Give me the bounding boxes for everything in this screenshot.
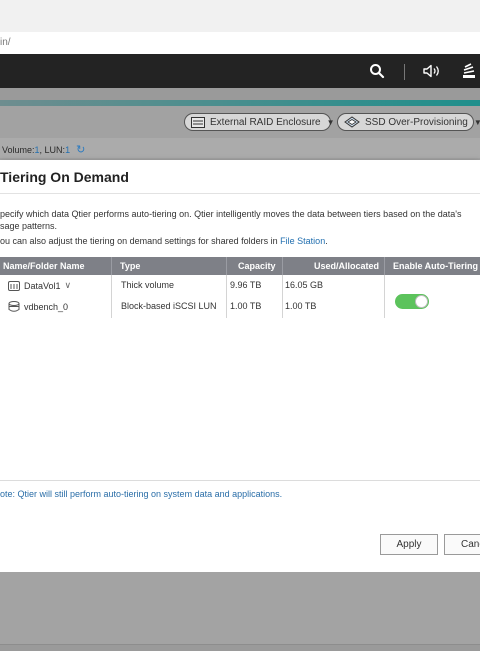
column-header-used[interactable]: Used/Allocated (314, 261, 379, 271)
volume-info-bar: Volume: 1, LUN: 1 ↻ (0, 138, 480, 158)
title-divider (0, 193, 480, 194)
volume-info-text: Volume: 1, LUN: 1 ↻ (2, 143, 85, 156)
refresh-icon[interactable]: ↻ (76, 143, 85, 156)
description-line-3: ou can also adjust the tiering on demand… (0, 235, 478, 247)
row-type: Block-based iSCSI LUN (121, 301, 217, 311)
top-navigation-bar (0, 54, 480, 88)
description-line-2: sage patterns. (0, 221, 58, 231)
address-text: in/ (0, 37, 11, 48)
note-divider (0, 480, 480, 481)
column-separator (282, 275, 283, 318)
raid-enclosure-icon (191, 116, 205, 128)
dialog-description: pecify which data Qtier performs auto-ti… (0, 208, 478, 247)
lun-icon (8, 301, 20, 312)
header-gap (0, 88, 480, 100)
lun-label: , LUN: (39, 144, 66, 155)
volume-icon (8, 280, 20, 291)
column-separator (226, 275, 227, 318)
address-bar[interactable]: in/ (0, 32, 480, 55)
dialog-title: Tiering On Demand (0, 169, 129, 185)
name-cell: vdbench_0 (8, 301, 68, 312)
storage-toolbar: External RAID Enclosure ▼ SSD Over-Provi… (0, 106, 480, 138)
row-capacity: 9.96 TB (230, 280, 262, 290)
description-line-3-text: ou can also adjust the tiering on demand… (0, 236, 281, 246)
column-separator (384, 275, 385, 318)
row-type: Thick volume (121, 280, 175, 290)
description-period: . (325, 236, 328, 246)
table-header: Name/Folder Name Type Capacity Used/Allo… (0, 257, 480, 275)
tiering-on-demand-dialog: Tiering On Demand pecify which data Qtie… (0, 160, 480, 572)
ssd-icon (344, 116, 360, 128)
dialog-note: ote: Qtier will still perform auto-tieri… (0, 489, 283, 499)
lun-number: 1 (65, 144, 71, 155)
volume-label: Volume: (2, 144, 35, 155)
cancel-button[interactable]: Canc (444, 534, 480, 555)
ssd-label: SSD Over-Provisioning (365, 116, 468, 128)
header-separator (282, 257, 283, 275)
stack-icon[interactable] (461, 62, 477, 80)
name-cell: DataVol1 ∨ (8, 280, 71, 291)
description-line-1: pecify which data Qtier performs auto-ti… (0, 209, 462, 219)
chevron-down-icon: ▼ (473, 117, 480, 127)
chevron-down-icon[interactable]: ∨ (65, 280, 72, 291)
column-header-name[interactable]: Name/Folder Name (3, 261, 85, 271)
column-separator (111, 275, 112, 318)
row-used: 16.05 GB (285, 280, 324, 290)
column-header-type[interactable]: Type (120, 261, 140, 271)
search-icon[interactable] (369, 62, 385, 80)
ssd-over-provisioning-button[interactable]: SSD Over-Provisioning ▼ (337, 113, 480, 131)
toggle-knob (415, 295, 428, 308)
background-overlay (0, 572, 480, 650)
header-separator (384, 257, 385, 275)
column-header-capacity[interactable]: Capacity (238, 261, 276, 271)
file-station-link[interactable]: File Station (280, 236, 325, 246)
column-header-auto-tiering[interactable]: Enable Auto-Tiering (393, 261, 478, 271)
speaker-icon[interactable] (422, 62, 442, 80)
header-separator (111, 257, 112, 275)
external-raid-enclosure-button[interactable]: External RAID Enclosure ▼ (184, 113, 335, 131)
toolbar-separator (404, 64, 405, 80)
header-separator (226, 257, 227, 275)
chevron-down-icon: ▼ (326, 117, 335, 127)
row-capacity: 1.00 TB (230, 301, 262, 311)
browser-tab-bar (0, 0, 480, 33)
row-used: 1.00 TB (285, 301, 317, 311)
apply-button[interactable]: Apply (380, 534, 438, 555)
auto-tiering-toggle[interactable] (395, 294, 429, 309)
row-name: DataVol1 (24, 280, 61, 291)
external-raid-label: External RAID Enclosure (210, 116, 321, 128)
row-name: vdbench_0 (24, 301, 69, 312)
